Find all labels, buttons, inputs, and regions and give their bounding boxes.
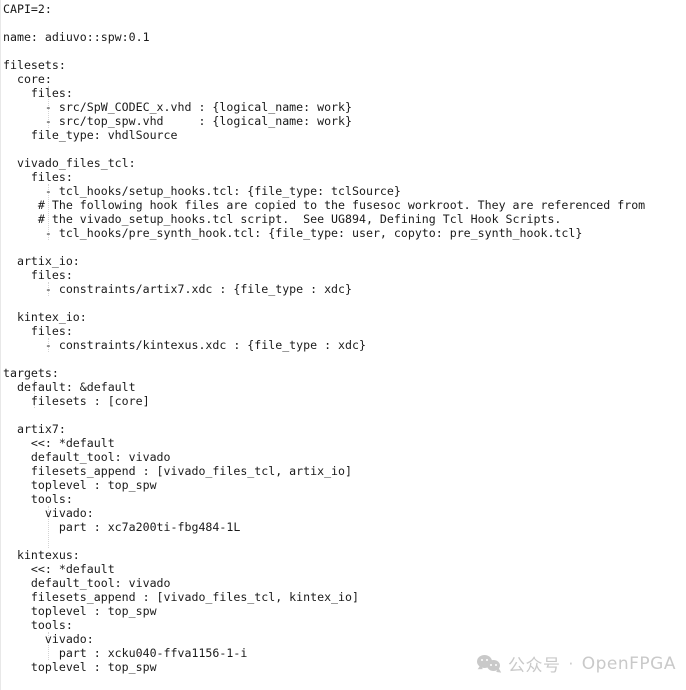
code-line: - constraints/artix7.xdc : {file_type : … [3, 282, 353, 296]
code-line: CAPI=2: [3, 2, 52, 16]
wechat-icon [476, 654, 502, 675]
code-line: default_tool: vivado [3, 450, 171, 464]
code-viewer[interactable]: CAPI=2: name: adiuvo::spw:0.1 filesets: … [0, 0, 686, 690]
code-line: - tcl_hooks/pre_synth_hook.tcl: {file_ty… [3, 226, 583, 240]
code-line: artix_io: [3, 254, 80, 268]
code-line: - constraints/kintexus.xdc : {file_type … [3, 338, 366, 352]
watermark-separator: · [568, 654, 574, 673]
code-line: files: [3, 268, 73, 282]
code-line: core: [3, 72, 52, 86]
code-line: file_type: vhdlSource [3, 128, 178, 142]
code-line: default_tool: vivado [3, 576, 171, 590]
code-line: artix7: [3, 422, 66, 436]
code-line: files: [3, 170, 73, 184]
code-line: toplevel : top_spw [3, 604, 157, 618]
code-line: tools: [3, 618, 73, 632]
code-line: files: [3, 324, 73, 338]
code-line: targets: [3, 366, 59, 380]
code-line: default: &default [3, 380, 136, 394]
code-line: name: adiuvo::spw:0.1 [3, 30, 150, 44]
code-line: # The following hook files are copied to… [3, 198, 646, 212]
code-line: filesets_append : [vivado_files_tcl, kin… [3, 590, 359, 604]
code-line: vivado: [3, 506, 94, 520]
code-line: files: [3, 86, 73, 100]
code-line: <<: *default [3, 562, 115, 576]
watermark-brand: OpenFPGA [581, 653, 676, 674]
code-content[interactable]: CAPI=2: name: adiuvo::spw:0.1 filesets: … [1, 2, 686, 674]
watermark-chinese-label: 公众号 [507, 656, 561, 676]
code-line: - tcl_hooks/setup_hooks.tcl: {file_type:… [3, 184, 401, 198]
code-line: toplevel : top_spw [3, 478, 157, 492]
code-line: - src/SpW_CODEC_x.vhd : {logical_name: w… [3, 100, 353, 114]
code-line: # the vivado_setup_hooks.tcl script. See… [3, 212, 562, 226]
watermark: 公众号 · OpenFPGA [476, 651, 676, 676]
code-line: filesets : [core] [3, 394, 150, 408]
code-line: filesets_append : [vivado_files_tcl, art… [3, 464, 353, 478]
code-line: - src/top_spw.vhd : {logical_name: work} [3, 114, 353, 128]
code-line: vivado_files_tcl: [3, 156, 136, 170]
code-line: <<: *default [3, 436, 115, 450]
code-line: kintex_io: [3, 310, 87, 324]
code-line: filesets: [3, 58, 66, 72]
code-line: vivado: [3, 632, 94, 646]
code-line: part : xc7a200ti-fbg484-1L [3, 520, 241, 534]
code-line: kintexus: [3, 548, 80, 562]
code-line: tools: [3, 492, 73, 506]
